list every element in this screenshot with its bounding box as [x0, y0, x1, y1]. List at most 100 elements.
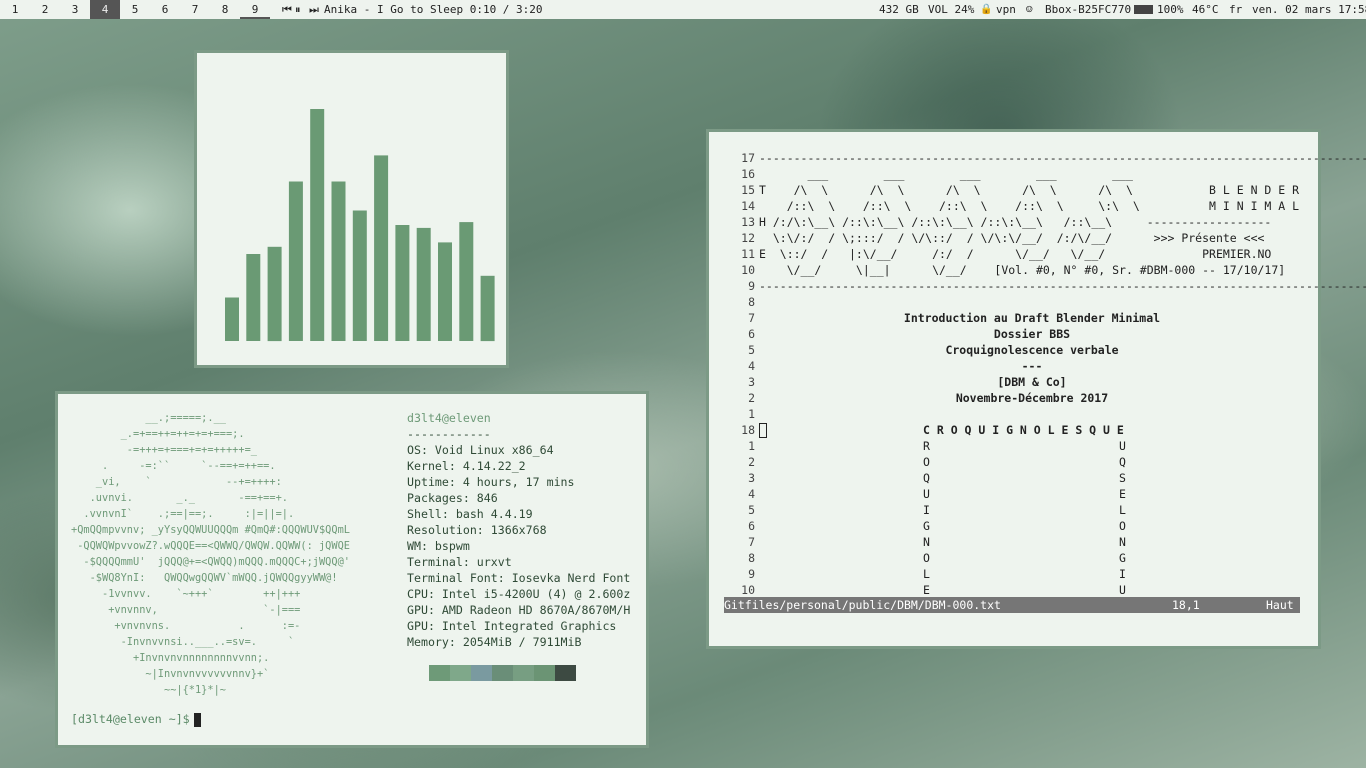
status-scroll: Haut: [1266, 598, 1294, 612]
user-host: d3lt4@eleven: [407, 411, 491, 425]
vim-editor-window[interactable]: 17 --------------------------------------…: [706, 129, 1366, 649]
info-line: Uptime: 4 hours, 17 mins: [407, 475, 575, 489]
cava-visualizer-window[interactable]: [194, 50, 509, 368]
status-filename: Gitfiles/personal/public/DBM/DBM-000.txt: [724, 598, 1001, 612]
intro-text: [DBM & Co]: [997, 375, 1067, 389]
acrostic-left: G: [923, 519, 930, 533]
line-number: 10: [741, 263, 755, 277]
next-track-icon[interactable]: ⏭: [309, 0, 319, 19]
palette-swatch: [429, 665, 450, 681]
vpn-status: vpn: [996, 3, 1016, 16]
pause-icon[interactable]: ⏸: [295, 0, 301, 19]
banner-text: ----------------------------------------…: [759, 151, 1366, 165]
palette-swatch: [471, 665, 492, 681]
bar-8: [374, 155, 389, 341]
acrostic-left: L: [923, 567, 930, 581]
intro-text: Introduction au Draft Blender Minimal: [903, 311, 1161, 325]
intro-text: ---: [1021, 359, 1043, 373]
line-number: 12: [741, 231, 755, 245]
info-line: Resolution: 1366x768: [407, 523, 547, 537]
acrostic-right: I: [1119, 567, 1126, 581]
line-number: 2: [748, 455, 755, 469]
status-position: 18,1: [1172, 598, 1200, 612]
workspace-3[interactable]: 3: [60, 0, 90, 19]
workspace-2[interactable]: 2: [30, 0, 60, 19]
info-line: OS: Void Linux x86_64: [407, 443, 554, 457]
banner-text: \:\/:/ / \;:::/ / \/\::/ / \/\:\/__/ /:/…: [759, 231, 1265, 245]
acrostic-left: O: [923, 455, 930, 469]
prompt-text: [d3lt4@eleven ~]$: [71, 712, 190, 726]
shell-prompt[interactable]: [d3lt4@eleven ~]$: [71, 712, 201, 727]
intro-text: Novembre-Décembre 2017: [955, 391, 1109, 405]
now-playing: Anika - I Go to Sleep 0:10 / 3:20: [324, 3, 543, 16]
info-line: WM: bspwm: [407, 539, 470, 553]
bar-12: [459, 222, 474, 341]
bar-5: [310, 109, 325, 341]
banner-text: ___ ___ ___ ___ ___: [759, 167, 1133, 181]
intro-text: Croquignolescence verbale: [945, 343, 1119, 357]
workspace-7[interactable]: 7: [180, 0, 210, 19]
line-number: 4: [748, 487, 755, 501]
acrostic-left: Q: [923, 471, 930, 485]
acrostic-left: I: [923, 503, 930, 517]
banner-text: /::\ \ /::\ \ /::\ \ /::\ \ \:\ \ M I N …: [759, 199, 1300, 213]
info-lines: OS: Void Linux x86_64 Kernel: 4.14.22_2 Up…: [407, 442, 630, 650]
banner-text: H /:/\:\__\ /::\:\__\ /::\:\__\ /::\:\__…: [759, 215, 1272, 229]
banner-text: T /\ \ /\ \ /\ \ /\ \ /\ \ B L E N D E R: [759, 183, 1300, 197]
line-number: 17: [741, 151, 755, 165]
vim-statusline: Gitfiles/personal/public/DBM/DBM-000.txt…: [724, 597, 1300, 613]
keyboard-layout[interactable]: fr: [1229, 0, 1242, 19]
battery-icon: [1134, 5, 1153, 14]
acrostic-left: R: [923, 439, 930, 453]
info-line: CPU: Intel i5-4200U (4) @ 2.600z: [407, 587, 631, 601]
acrostic-right: U: [1119, 439, 1126, 453]
workspace-1[interactable]: 1: [0, 0, 30, 19]
acrostic-left: U: [923, 487, 930, 501]
bar-10: [416, 227, 431, 341]
banner-text: E \::/ / |:\/__/ /:/ / \/__/ \/__/ PREMI…: [759, 247, 1272, 261]
neofetch-terminal-window[interactable]: __.;=====;.__ _.=+==++=++=+=+===;. -=+++…: [55, 391, 649, 748]
workspace-6[interactable]: 6: [150, 0, 180, 19]
banner-text: \/__/ \|__| \/__/ [Vol. #0, N° #0, Sr. #…: [759, 263, 1286, 277]
acrostic-right: U: [1119, 583, 1126, 597]
line-number: 1: [748, 439, 755, 453]
workspace-9[interactable]: 9: [240, 0, 270, 19]
wifi-icon: ☺: [1026, 3, 1033, 16]
bar-3: [267, 246, 282, 342]
audio-bar-chart: [225, 109, 495, 342]
info-line: GPU: Intel Integrated Graphics: [407, 619, 617, 633]
previous-track-icon[interactable]: ⏮: [282, 0, 292, 19]
line-number: 11: [741, 247, 755, 261]
bar-4: [288, 181, 303, 341]
separator: ------------: [407, 427, 491, 441]
info-line: Terminal: urxvt: [407, 555, 512, 569]
line-number: 18: [741, 423, 755, 437]
line-number: 8: [748, 295, 755, 309]
acrostic-right: S: [1119, 471, 1126, 485]
acrostic-left: E: [923, 583, 930, 597]
disk-usage: 432 GB: [879, 3, 919, 16]
color-palette: [429, 665, 576, 681]
line-number: 6: [748, 519, 755, 533]
network-name: Bbox-B25FC770: [1045, 3, 1132, 16]
bar-1: [225, 297, 239, 341]
volume-indicator[interactable]: VOL 24%: [928, 0, 974, 19]
palette-swatch: [555, 665, 576, 681]
info-line: Memory: 2054MiB / 7911MiB: [407, 635, 582, 649]
line-number: 10: [741, 583, 755, 597]
workspace-8[interactable]: 8: [210, 0, 240, 19]
bar-7: [352, 210, 367, 341]
info-line: Terminal Font: Iosevka Nerd Font: [407, 571, 631, 585]
palette-swatch: [450, 665, 471, 681]
line-number: 5: [748, 503, 755, 517]
acrostic-left: O: [923, 551, 930, 565]
vim-cursor: [759, 423, 767, 438]
line-number: 14: [741, 199, 755, 213]
acrostic-right: Q: [1119, 455, 1126, 469]
battery-level: 100%: [1157, 3, 1184, 16]
workspace-5[interactable]: 5: [120, 0, 150, 19]
acrostic-right: E: [1119, 487, 1126, 501]
acrostic-left: N: [923, 535, 930, 549]
workspace-4[interactable]: 4: [90, 0, 120, 19]
system-info: d3lt4@eleven ------------ OS: Void Linux…: [407, 410, 630, 650]
